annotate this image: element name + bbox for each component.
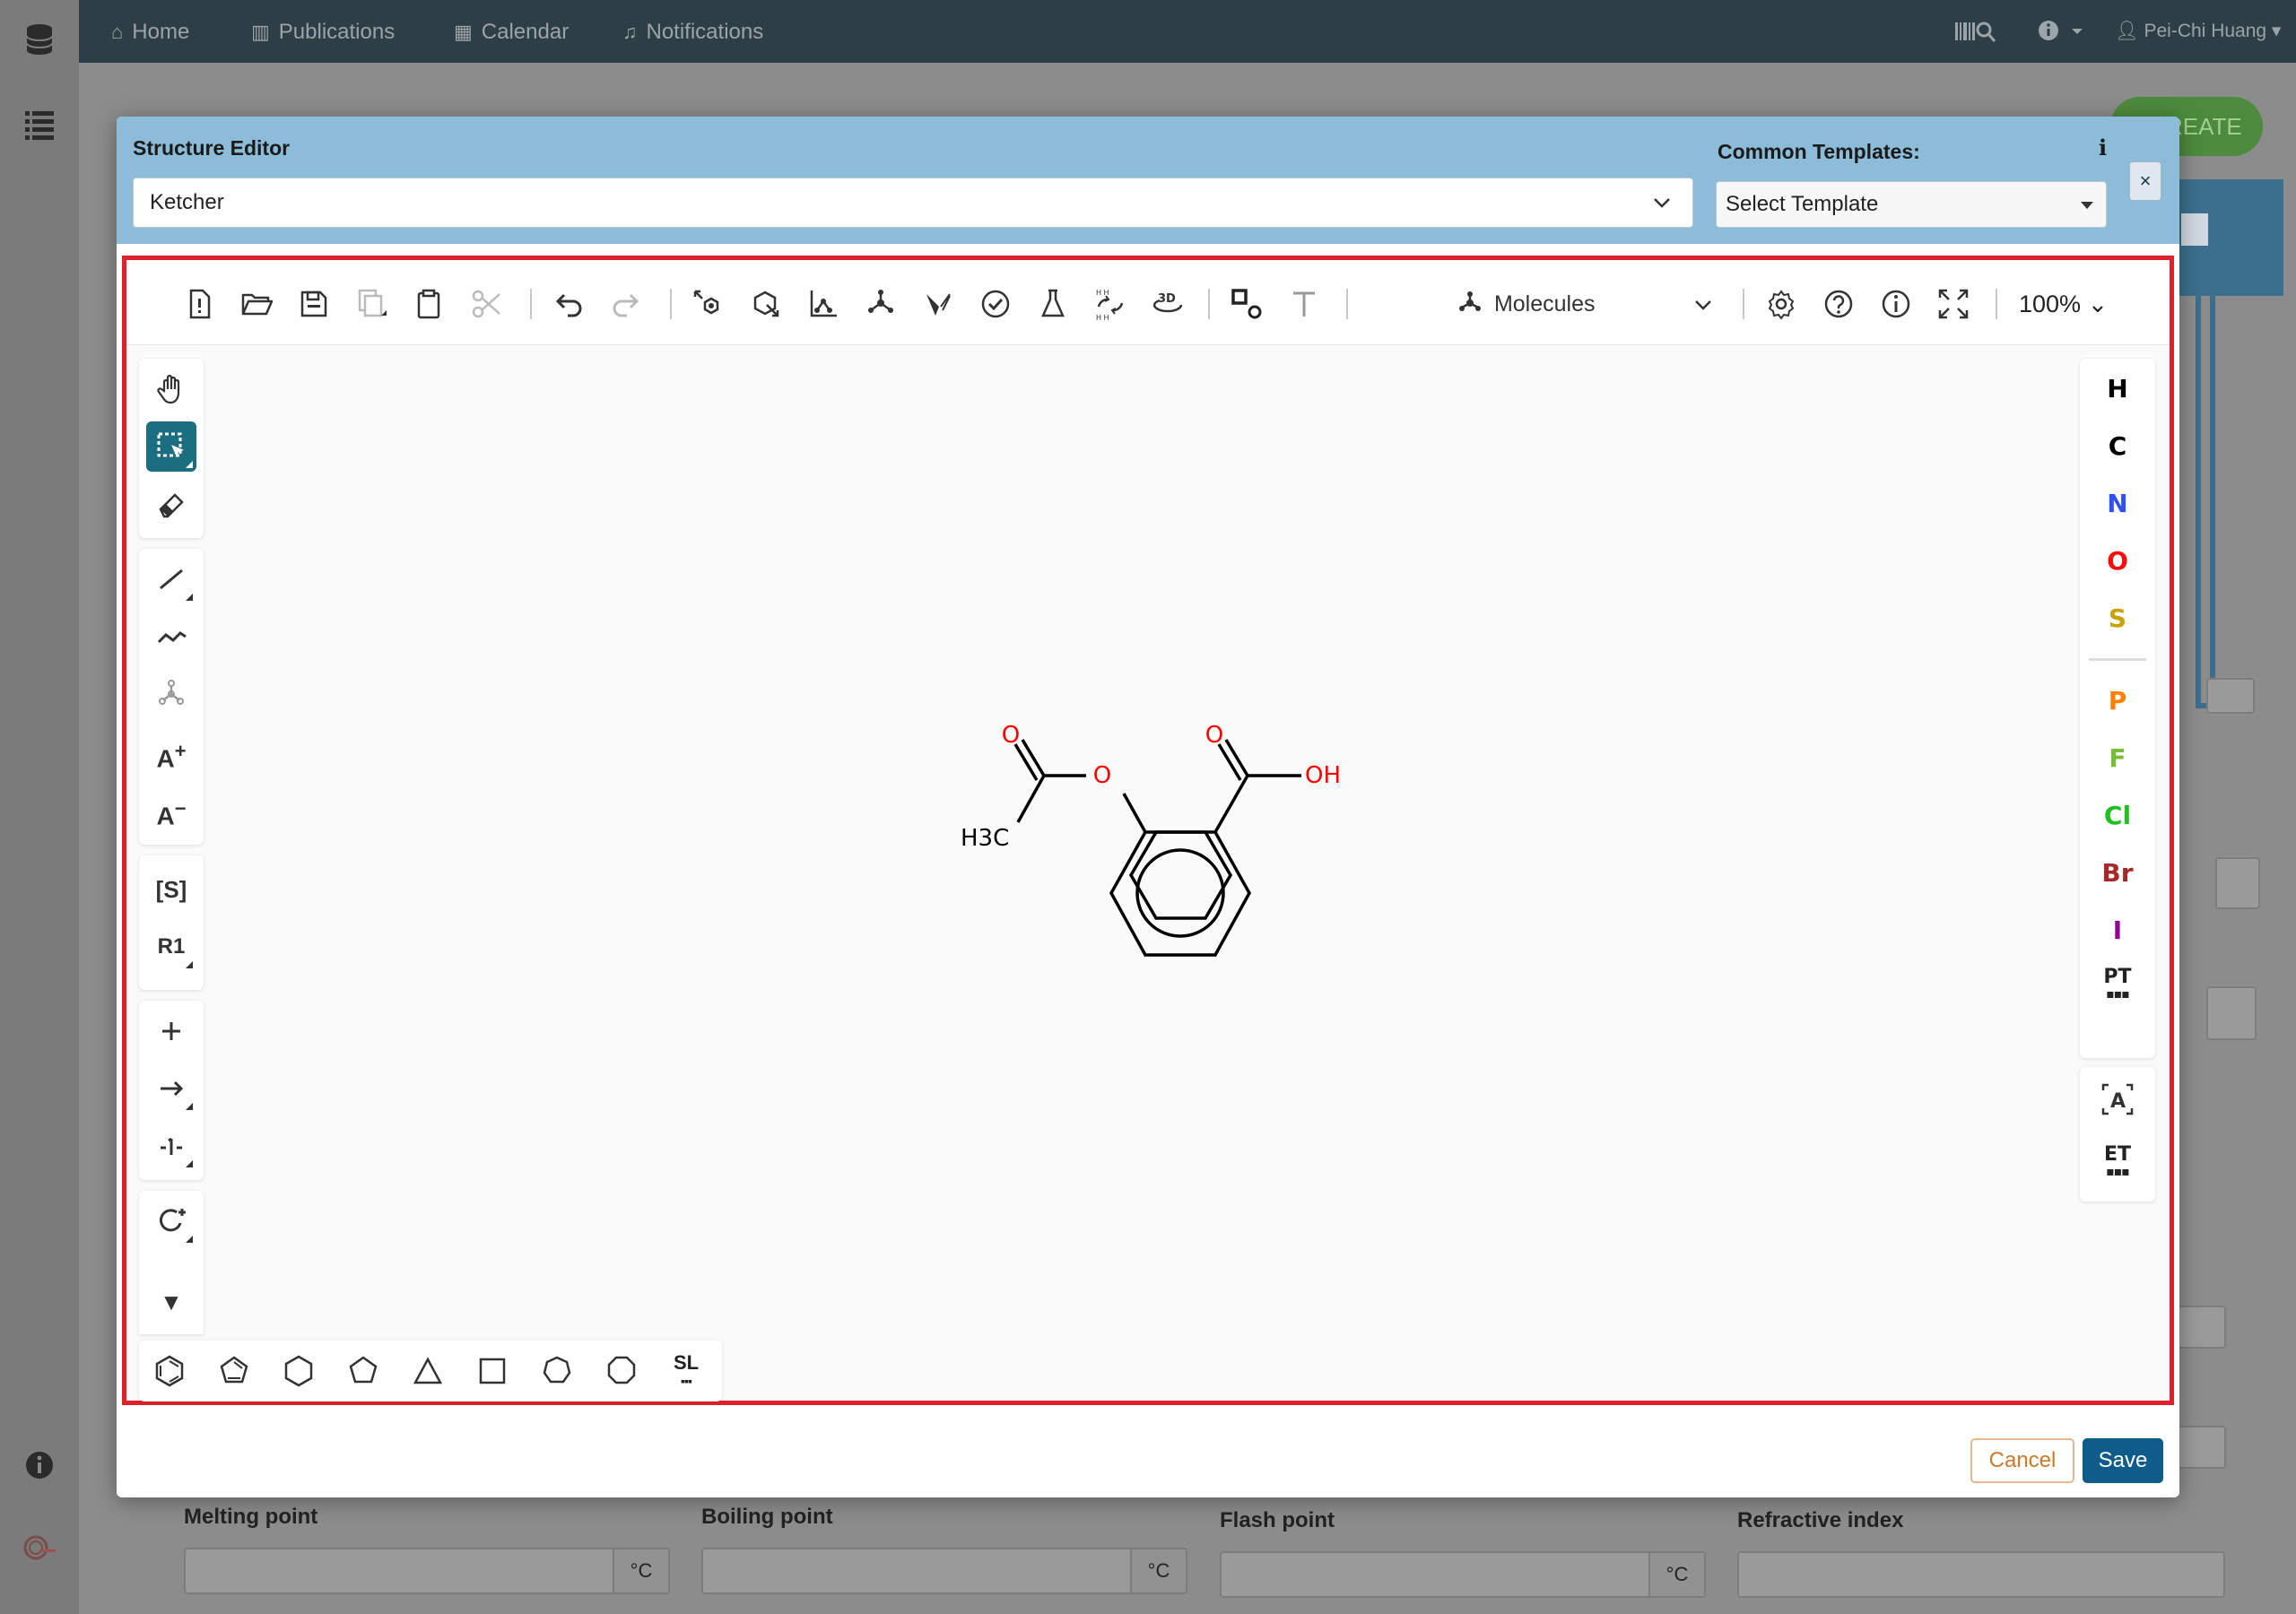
home-icon: ⌂	[111, 21, 124, 43]
refractive-index-input[interactable]	[1737, 1551, 2225, 1598]
editor-select[interactable]: Ketcher	[133, 178, 1693, 228]
redo-icon[interactable]	[609, 287, 643, 321]
calendar-icon: ▦	[454, 21, 473, 43]
list-icon[interactable]	[22, 106, 57, 142]
toolbar-divider	[1996, 289, 1997, 319]
paste-icon[interactable]	[412, 287, 446, 321]
background-frame	[2196, 287, 2215, 708]
benzene-ring	[1128, 830, 1233, 920]
app-sidebar: »	[0, 0, 109, 1614]
template-select[interactable]: Select Template	[1716, 181, 2107, 228]
melting-point-label: Melting point	[184, 1505, 318, 1529]
app-logo-icon	[22, 1530, 57, 1566]
flash-point-input[interactable]: °C	[1220, 1551, 1706, 1598]
zoom-select[interactable]: 100% ⌄	[2019, 287, 2118, 321]
close-button[interactable]: ×	[2129, 161, 2161, 201]
common-templates-label: Common Templates:	[1718, 140, 1920, 163]
help-dropdown[interactable]	[2038, 18, 2092, 49]
aromatize-icon[interactable]	[806, 287, 840, 321]
molecules-icon	[1457, 288, 1488, 322]
caret-down-icon	[2081, 202, 2093, 209]
svg-text:H H: H H	[1096, 314, 1109, 321]
cut-icon[interactable]	[469, 287, 503, 321]
layout-icon[interactable]	[691, 287, 726, 321]
user-menu[interactable]: 👤︎ Pei-Chi Huang ▾	[2115, 20, 2281, 42]
help-icon[interactable]	[1822, 287, 1856, 321]
book-icon: ▥	[251, 21, 270, 43]
acetyl-oxygen-label: O	[1002, 722, 1020, 749]
nav-calendar[interactable]: ▦ Calendar	[454, 20, 569, 45]
open-folder-icon[interactable]	[239, 287, 274, 321]
check-structure-icon[interactable]	[978, 287, 1013, 321]
ketcher-top-toolbar: H H H H 3D Molecules 100% ⌄	[126, 260, 2170, 345]
template-select-placeholder: Select Template	[1726, 192, 1879, 216]
melting-point-input[interactable]: °C	[184, 1548, 670, 1594]
svg-text:3D: 3D	[1158, 292, 1176, 306]
settings-gear-icon[interactable]	[1764, 287, 1798, 321]
top-navbar: ⌂ Home ▥ Publications ▦ Calendar ♫ Notificat…	[79, 0, 2296, 63]
text-tool-icon[interactable]	[1287, 287, 1321, 321]
nav-publications[interactable]: ▥ Publications	[251, 20, 395, 45]
chevron-down-icon	[1692, 287, 1714, 326]
save-icon[interactable]	[297, 287, 331, 321]
flash-point-label: Flash point	[1220, 1508, 1335, 1532]
toolbar-divider	[670, 289, 672, 319]
about-info-icon[interactable]	[1879, 287, 1913, 321]
molecule-structure: O O O OH H3C	[961, 722, 1341, 957]
hydroxyl-label: OH	[1305, 762, 1341, 789]
editor-select-value: Ketcher	[150, 190, 224, 214]
modal-title: Structure Editor	[133, 136, 291, 160]
copy-icon[interactable]	[354, 287, 388, 321]
mode-select[interactable]: Molecules	[1452, 287, 1718, 321]
nav-notifications[interactable]: ♫ Notifications	[622, 20, 763, 45]
background-dropdown[interactable]	[2215, 857, 2260, 909]
filter-button[interactable]	[2206, 678, 2255, 714]
background-edit-button[interactable]	[2206, 986, 2257, 1040]
shapes-icon[interactable]	[1230, 287, 1264, 321]
boiling-point-label: Boiling point	[701, 1505, 833, 1529]
fullscreen-icon[interactable]	[1936, 287, 1970, 321]
save-button[interactable]: Save	[2083, 1438, 2163, 1483]
boiling-point-input[interactable]: °C	[701, 1548, 1187, 1594]
barcode-search-icon[interactable]	[1955, 20, 1996, 49]
chevron-down-icon: ⌄	[2081, 291, 2109, 317]
clean-up-icon[interactable]	[749, 287, 783, 321]
structure-editor-modal: Structure Editor Ketcher Common Template…	[117, 117, 2179, 1497]
nav-home[interactable]: ⌂ Home	[111, 20, 189, 45]
undo-icon[interactable]	[552, 287, 586, 321]
info-circle-icon[interactable]	[22, 1449, 57, 1485]
ester-oxygen-label: O	[1093, 762, 1111, 789]
refractive-index-label: Refractive index	[1737, 1508, 1904, 1532]
bell-icon: ♫	[622, 21, 638, 43]
info-icon[interactable]: i	[2099, 134, 2107, 161]
user-icon: 👤︎	[2115, 21, 2144, 41]
background-close-button[interactable]	[2181, 213, 2208, 246]
toolbar-divider	[1208, 289, 1210, 319]
carboxyl-oxygen-label: O	[1205, 722, 1223, 749]
modal-header: Structure Editor Ketcher Common Template…	[117, 117, 2179, 244]
chevron-down-icon	[1651, 178, 1673, 231]
database-icon[interactable]	[22, 22, 57, 57]
ketcher-editor: H H H H 3D Molecules 100% ⌄ A+ A− [S] R1 …	[122, 256, 2174, 1405]
drawing-canvas[interactable]: O O O OH H3C	[126, 345, 2170, 1401]
dearomatize-icon[interactable]	[864, 287, 898, 321]
3d-viewer-icon[interactable]: 3D	[1151, 287, 1185, 321]
toolbar-divider	[530, 289, 532, 319]
calculated-values-icon[interactable]	[1036, 287, 1070, 321]
methyl-label: H3C	[961, 825, 1009, 852]
cancel-button[interactable]: Cancel	[1970, 1438, 2074, 1483]
ring-bonds	[1013, 739, 1301, 957]
new-document-icon[interactable]	[182, 287, 216, 321]
stereo-icon[interactable]	[921, 287, 955, 321]
svg-text:H H: H H	[1096, 289, 1109, 297]
toolbar-divider	[1743, 289, 1744, 319]
add-hydrogens-icon[interactable]: H H H H	[1093, 287, 1127, 322]
toolbar-divider	[1346, 289, 1348, 319]
